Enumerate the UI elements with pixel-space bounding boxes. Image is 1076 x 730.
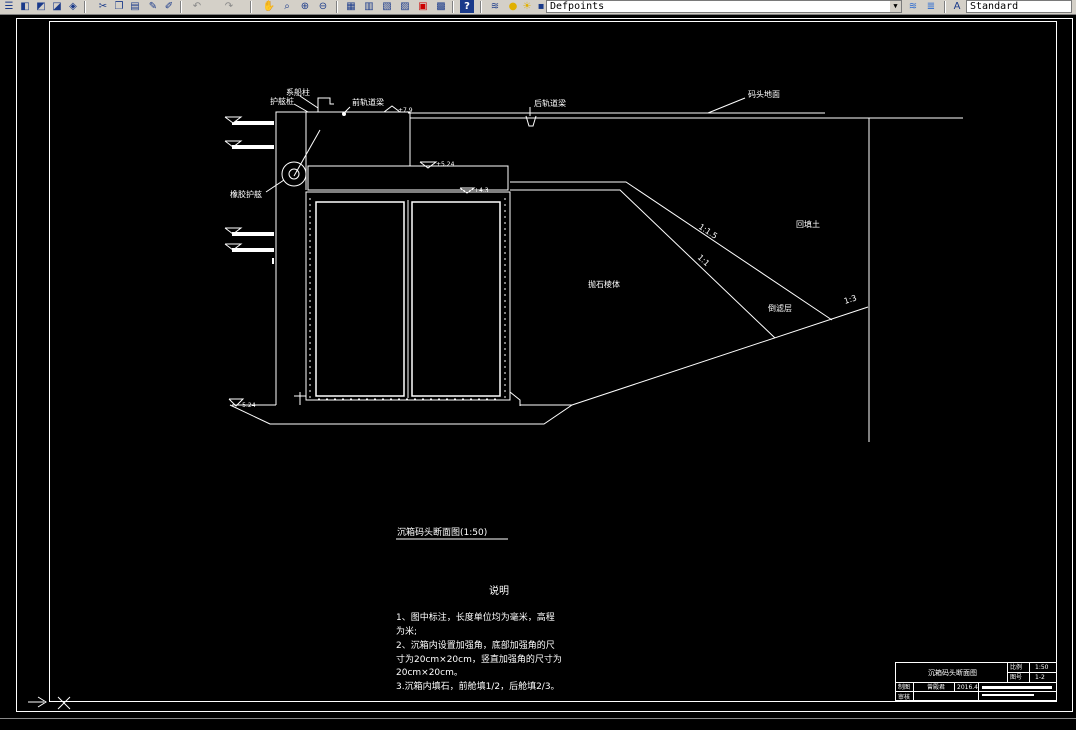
cad-toolbar: ☰ ◧ ◩ ◪ ◈ ✂ ❐ ▤ ✎ ✐ ↶ ↷ ✋ ⌕ ⊕ ⊖ ▦ ▥ ▧ ▨ … [0, 0, 1076, 15]
markup-icon[interactable]: ▣ [416, 0, 430, 13]
text-style-dropdown[interactable]: Standard [966, 0, 1072, 13]
layer-dropdown[interactable]: Defpoints ▼ [546, 0, 902, 13]
notes-line-6: 3.沉箱内填石，前舱填1/2，后舱填2/3。 [396, 680, 560, 692]
label-rubber-fender: 橡胶护舷 [230, 189, 262, 199]
text-style-icon[interactable]: A [950, 0, 964, 13]
notes-line-1: 1、图中标注，长度单位均为毫米，高程 [396, 611, 555, 623]
properties-icon[interactable]: ▦ [344, 0, 358, 13]
redo-icon[interactable]: ↷ [222, 0, 236, 13]
notes-line-4: 寸为20cm×20cm，竖直加强角的尺寸为 [396, 653, 562, 665]
design-center-icon[interactable]: ▥ [362, 0, 376, 13]
layer-previous-icon[interactable]: ◩ [34, 0, 48, 13]
scale-value: 1:50 [1035, 664, 1049, 671]
wharf-ground-line [408, 97, 963, 442]
chevron-down-icon[interactable]: ▼ [890, 1, 901, 12]
undo-icon[interactable]: ↶ [190, 0, 204, 13]
layer-states-icon[interactable]: ☰ [2, 0, 16, 13]
section-title-text: 沉箱码头断面图(1:50) [397, 526, 487, 538]
label-fender-pile: 护舷桩 [270, 96, 294, 106]
title-block: 沉箱码头断面图 比例 1:50 图号 1-2 制图 曾殿君 2016.4 审核 [895, 662, 1057, 701]
foundation-bed [228, 398, 574, 425]
check-label: 审核 [898, 693, 910, 701]
label-backfill: 回填土 [796, 219, 820, 229]
drawn-value: 曾殿君 [927, 683, 945, 691]
notes-line-2: 为米; [396, 625, 417, 637]
zoom-window-icon[interactable]: ⊕ [298, 0, 312, 13]
label-front-rail: 前轨道梁 [352, 97, 384, 107]
notes-heading: 说明 [489, 584, 509, 597]
rubber-fender [265, 161, 307, 193]
sheet-set-icon[interactable]: ▨ [398, 0, 412, 13]
layer-freeze-icon[interactable]: ☀ [520, 0, 534, 13]
elev-bottom: -5.24 [240, 402, 256, 409]
copy-icon[interactable]: ❐ [112, 0, 126, 13]
pan-icon[interactable]: ✋ [262, 0, 276, 13]
label-filter: 倒滤层 [768, 303, 792, 313]
layer-isolate-icon[interactable]: ◪ [50, 0, 64, 13]
elev-3: +4.3 [474, 187, 489, 194]
notes-line-5: 20cm×20cm。 [396, 668, 463, 678]
label-wharf-ground: 码头地面 [748, 89, 780, 99]
slope-label-1: 1:1.5 [697, 222, 719, 241]
slope-label-3: 1:3 [843, 293, 858, 306]
zoom-previous-icon[interactable]: ⊖ [316, 0, 330, 13]
label-rear-rail: 后轨道梁 [534, 98, 566, 108]
sheet-label: 图号 [1010, 674, 1022, 681]
notes-line-3: 2、沉箱内设置加强角，底部加强角的尺 [396, 639, 555, 651]
layer-previous-state-icon[interactable]: ≣ [924, 0, 938, 13]
caisson-structure [275, 97, 537, 406]
notes-block: 说明 1、图中标注，长度单位均为毫米，高程 为米; 2、沉箱内设置加强角，底部加… [396, 584, 562, 692]
layer-name: Defpoints [550, 1, 605, 12]
elev-top: +7.9 [398, 107, 413, 114]
tool-palettes-icon[interactable]: ▧ [380, 0, 394, 13]
slope-label-2: 1:1 [696, 253, 712, 268]
cut-icon[interactable]: ✂ [96, 0, 110, 13]
section-title: 沉箱码头断面图(1:50) [396, 526, 508, 540]
sheet-value: 1-2 [1035, 674, 1045, 681]
date-value: 2016.4 [957, 684, 978, 691]
drawn-label: 制图 [898, 683, 910, 691]
layer-walk-icon[interactable]: ◈ [66, 0, 80, 13]
calculator-icon[interactable]: ▩ [434, 0, 448, 13]
zoom-realtime-icon[interactable]: ⌕ [280, 0, 294, 13]
match-properties-icon[interactable]: ✎ [146, 0, 160, 13]
label-mooring-post: 系船柱 [286, 87, 310, 97]
layer-manager-icon[interactable]: ≋ [488, 0, 502, 13]
help-icon[interactable]: ? [460, 0, 474, 13]
elev-2: +5.24 [436, 161, 455, 168]
text-style-name: Standard [970, 1, 1019, 12]
drawing-canvas[interactable]: 系船柱 护舷桩 前轨道梁 +7.9 后轨道梁 码头地面 橡胶护舷 +5.24 +… [0, 14, 1076, 730]
scale-label: 比例 [1010, 663, 1022, 671]
make-layer-current-icon[interactable]: ≋ [906, 0, 920, 13]
label-rockfill: 抛石棱体 [588, 279, 620, 289]
paste-icon[interactable]: ▤ [128, 0, 142, 13]
title-block-title: 沉箱码头断面图 [928, 668, 977, 677]
layer-on-icon[interactable]: ● [506, 0, 520, 13]
rockfill-slopes [510, 181, 869, 406]
layer-match-icon[interactable]: ◧ [18, 0, 32, 13]
block-editor-icon[interactable]: ✐ [162, 0, 176, 13]
